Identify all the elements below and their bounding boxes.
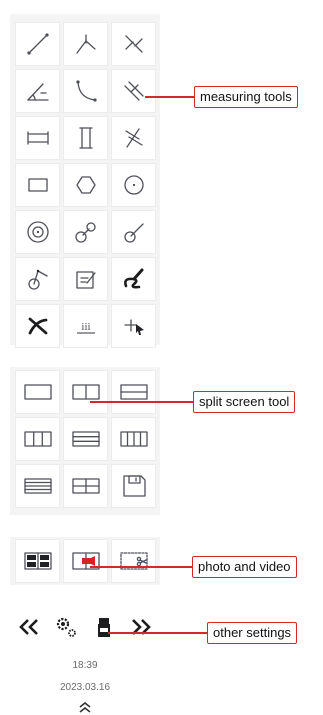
screenshot-cut-button[interactable] [111, 539, 156, 583]
delete-tool-button[interactable] [15, 304, 60, 348]
split-quad-icon [71, 478, 100, 494]
split-three-vertical-button[interactable] [15, 417, 60, 461]
callout-measuring-tools: measuring tools [194, 86, 298, 108]
save-layout-button[interactable] [111, 464, 156, 508]
delete-icon [28, 317, 47, 335]
parallel-horizontal-tool-button[interactable] [15, 116, 60, 160]
polyline-icon [75, 34, 96, 54]
split-four-vertical-icon [119, 431, 148, 447]
circle-icon [123, 175, 144, 195]
callout-photo-video: photo and video [192, 556, 297, 578]
parallel-horizontal-icon [26, 131, 49, 145]
clock-date: 2023.03.16 [59, 682, 111, 693]
angle-tool-button[interactable] [15, 69, 60, 113]
polyline-tool-button[interactable] [63, 22, 108, 66]
point-count-tool-button[interactable] [111, 304, 156, 348]
other-settings-row [10, 599, 160, 659]
count-tool-button[interactable]: iii [63, 304, 108, 348]
parallel-vertical-tool-button[interactable] [63, 116, 108, 160]
photo-video-grid [15, 539, 156, 583]
measuring-tools-grid: iii [15, 22, 156, 348]
split-four-horizontal-button[interactable] [15, 464, 60, 508]
callout-line-split [90, 401, 194, 403]
photo-video-panel [10, 537, 160, 585]
line-distance-tool-button[interactable] [111, 116, 156, 160]
callout-line-settings [108, 632, 208, 634]
video-record-icon [71, 552, 100, 570]
usb-storage-icon [97, 617, 110, 637]
two-circle-distance-icon [74, 222, 96, 243]
hexagon-tool-button[interactable] [63, 163, 108, 207]
split-screen-grid [15, 370, 156, 508]
video-record-button[interactable] [63, 539, 108, 583]
split-single-button[interactable] [15, 370, 60, 414]
split-four-horizontal-icon [23, 478, 52, 494]
settings-gear-icon [57, 617, 77, 637]
parallel-vertical-icon [78, 127, 93, 149]
concentric-circles-tool-button[interactable] [15, 210, 60, 254]
split-two-vertical-icon [71, 384, 100, 400]
previous-icon [18, 618, 38, 635]
arc-icon [75, 80, 97, 102]
edit-text-icon [75, 271, 96, 289]
angle-icon [26, 83, 49, 101]
save-icon [122, 475, 146, 497]
clock-time: 18:39 [72, 660, 98, 671]
screenshot-cut-icon [119, 552, 148, 570]
split-three-horizontal-icon [71, 431, 100, 447]
split-single-icon [23, 384, 52, 400]
split-four-vertical-button[interactable] [111, 417, 156, 461]
point-count-icon [123, 319, 144, 335]
previous-button[interactable] [14, 612, 44, 647]
settings-button[interactable] [51, 612, 81, 647]
next-button[interactable] [126, 612, 156, 647]
rectangle-icon [27, 178, 48, 192]
measuring-tools-panel: iii [10, 14, 160, 348]
callout-split-screen: split screen tool [193, 391, 296, 413]
edit-text-tool-button[interactable] [63, 257, 108, 301]
point-to-line-tool-button[interactable] [111, 69, 156, 113]
split-two-vertical-button[interactable] [63, 370, 108, 414]
circle-tool-button[interactable] [111, 163, 156, 207]
split-three-vertical-icon [23, 431, 52, 447]
circle-to-line-icon [123, 223, 144, 243]
line-tool-button[interactable] [15, 22, 60, 66]
next-icon [132, 618, 152, 635]
gallery-icon [23, 552, 52, 570]
gallery-button[interactable] [15, 539, 60, 583]
count-icon: iii [76, 321, 95, 334]
circle-point-icon [27, 269, 48, 290]
callout-line-media [90, 566, 193, 568]
two-circle-distance-tool-button[interactable] [63, 210, 108, 254]
vertical-line-tool-button[interactable] [111, 22, 156, 66]
point-to-line-icon [123, 81, 144, 101]
arc-tool-button[interactable] [63, 69, 108, 113]
split-quad-button[interactable] [63, 464, 108, 508]
count-label: iii [81, 321, 90, 333]
freehand-draw-tool-button[interactable] [111, 257, 156, 301]
line-distance-icon [124, 128, 143, 148]
vertical-line-icon [124, 35, 143, 53]
callout-line-measuring [145, 96, 195, 98]
circle-point-tool-button[interactable] [15, 257, 60, 301]
split-two-horizontal-icon [119, 384, 148, 400]
split-screen-panel [10, 367, 160, 515]
hexagon-icon [75, 176, 96, 194]
concentric-circles-icon [26, 221, 49, 243]
rectangle-tool-button[interactable] [15, 163, 60, 207]
collapse-chevron-icon[interactable] [70, 698, 100, 714]
line-icon [26, 33, 49, 55]
callout-other-settings: other settings [207, 622, 298, 644]
freehand-draw-icon [123, 268, 143, 289]
usb-storage-button[interactable] [89, 612, 119, 647]
split-three-horizontal-button[interactable] [63, 417, 108, 461]
circle-to-line-tool-button[interactable] [111, 210, 156, 254]
split-two-horizontal-button[interactable] [111, 370, 156, 414]
